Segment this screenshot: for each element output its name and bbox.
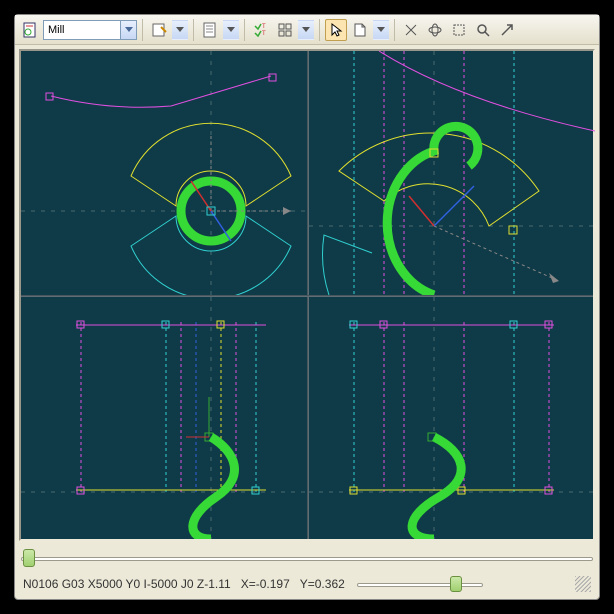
machine-dropdown-field[interactable]: Mill xyxy=(43,20,121,40)
rotate-3d-icon[interactable] xyxy=(424,19,446,41)
status-bar: N0106 G03 X5000 Y0 I-5000 J0 Z-1.11 X=-0… xyxy=(19,573,595,595)
dropdown-button[interactable] xyxy=(121,20,137,40)
grid-dropdown-icon[interactable] xyxy=(298,20,314,40)
list-dropdown-icon[interactable] xyxy=(223,20,239,40)
resize-grip[interactable] xyxy=(575,576,591,592)
list-doc-icon[interactable] xyxy=(199,19,221,41)
gcode-readout: N0106 G03 X5000 Y0 I-5000 J0 Z-1.11 xyxy=(23,577,231,591)
viewport-divider-h[interactable] xyxy=(21,295,593,297)
page-dropdown-icon[interactable] xyxy=(373,20,389,40)
edit-block-icon[interactable] xyxy=(148,19,170,41)
slider-thumb[interactable] xyxy=(450,576,462,592)
viewport-top-left[interactable] xyxy=(21,51,307,295)
edit-dropdown-icon[interactable] xyxy=(172,20,188,40)
pointer-icon[interactable] xyxy=(325,19,347,41)
document-icon[interactable] xyxy=(19,19,41,41)
timeline-slider[interactable] xyxy=(19,547,595,569)
separator xyxy=(193,19,194,41)
page-icon[interactable] xyxy=(349,19,371,41)
viewport-area[interactable] xyxy=(19,49,595,541)
svg-text:T: T xyxy=(262,31,266,37)
viewport-top-right[interactable] xyxy=(309,51,595,295)
checklist-icon[interactable]: TT xyxy=(250,19,272,41)
speed-slider[interactable] xyxy=(355,575,485,593)
crosshair-icon[interactable] xyxy=(400,19,422,41)
slider-track xyxy=(357,583,483,587)
separator xyxy=(244,19,245,41)
slider-track xyxy=(21,557,593,561)
machine-dropdown[interactable]: Mill xyxy=(43,20,137,40)
x-coordinate: X=-0.197 xyxy=(241,577,290,591)
main-toolbar: Mill TT xyxy=(15,15,599,45)
slider-thumb[interactable] xyxy=(23,549,35,567)
separator xyxy=(319,19,320,41)
viewport-bottom-right[interactable] xyxy=(309,297,595,539)
zoom-icon[interactable] xyxy=(472,19,494,41)
separator xyxy=(394,19,395,41)
select-box-icon[interactable] xyxy=(448,19,470,41)
svg-text:T: T xyxy=(262,24,266,30)
y-coordinate: Y=0.362 xyxy=(300,577,345,591)
app-window: Mill TT xyxy=(14,14,600,600)
viewport-bottom-left[interactable] xyxy=(21,297,307,539)
grid-icon[interactable] xyxy=(274,19,296,41)
separator xyxy=(142,19,143,41)
expand-icon[interactable] xyxy=(496,19,518,41)
